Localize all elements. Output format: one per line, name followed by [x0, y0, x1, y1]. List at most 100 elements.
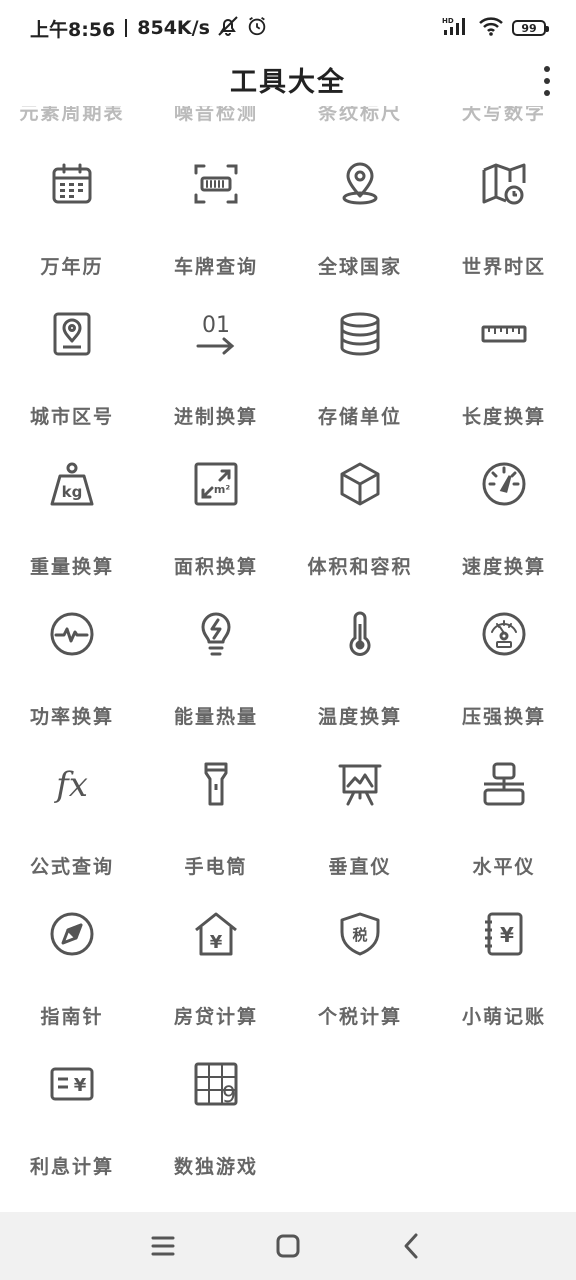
- more-dot: [544, 90, 550, 96]
- sudoku-icon: 9: [192, 1060, 240, 1108]
- tool-label: 体积和容积: [307, 556, 413, 578]
- energy-bulb-icon: [192, 610, 240, 658]
- tool-area[interactable]: m² 面积换算: [144, 450, 288, 600]
- tool-income-tax[interactable]: 税 个税计算: [288, 900, 432, 1050]
- page-title: 工具大全: [230, 67, 346, 98]
- tool-label: 房贷计算: [173, 1006, 258, 1028]
- wifi-icon: [478, 16, 504, 40]
- tool-interest[interactable]: ¥ 利息计算: [0, 1050, 144, 1200]
- tax-glyph: 税: [352, 926, 367, 944]
- tool-storage-unit[interactable]: 存储单位: [288, 300, 432, 450]
- tool-bookkeeping[interactable]: ¥ 小萌记账: [432, 900, 576, 1050]
- menu-button[interactable]: [147, 1230, 179, 1262]
- kg-weight-icon: kg: [48, 460, 96, 508]
- tool-mortgage[interactable]: ¥ 房贷计算: [144, 900, 288, 1050]
- pressure-gauge-icon: [480, 610, 528, 658]
- area-icon: m²: [192, 460, 240, 508]
- tool-world-timezone[interactable]: 世界时区: [432, 150, 576, 300]
- tool-vertical-level[interactable]: 垂直仪: [288, 750, 432, 900]
- tool-label: 城市区号: [29, 406, 114, 428]
- tool-pressure[interactable]: 压强换算: [432, 600, 576, 750]
- tool-flashlight[interactable]: 手电筒: [144, 750, 288, 900]
- tool-label: 手电筒: [184, 856, 248, 878]
- battery-indicator: 99: [512, 20, 549, 36]
- tool-label: 个税计算: [317, 1006, 402, 1028]
- tool-base-conversion[interactable]: 01 进制换算: [144, 300, 288, 450]
- city-code-icon: [48, 310, 96, 358]
- yuan-glyph: ¥: [74, 1075, 87, 1096]
- tool-label: 压强换算: [461, 706, 546, 728]
- ruler-icon: [480, 310, 528, 358]
- formula-icon: fx: [48, 760, 96, 808]
- license-plate-icon: [192, 160, 240, 208]
- tool-length[interactable]: 长度换算: [432, 300, 576, 450]
- kg-glyph: kg: [62, 483, 83, 501]
- more-menu-button[interactable]: [536, 64, 558, 98]
- hd-label: HD: [442, 17, 454, 25]
- tool-energy[interactable]: 能量热量: [144, 600, 288, 750]
- tool-label: 万年历: [40, 256, 104, 278]
- tool-label: 公式查询: [29, 856, 114, 878]
- tool-license-plate[interactable]: 车牌查询: [144, 150, 288, 300]
- thermometer-icon: [336, 610, 384, 658]
- tool-global-countries[interactable]: 全球国家: [288, 150, 432, 300]
- tool-label: 进制换算: [173, 406, 258, 428]
- tool-city-code[interactable]: 城市区号: [0, 300, 144, 450]
- status-bar: 上午8:56 854K/s HD 99: [0, 0, 576, 56]
- tool-label: 世界时区: [461, 256, 546, 278]
- ledger-icon: ¥: [480, 910, 528, 958]
- back-button[interactable]: [396, 1230, 428, 1262]
- tool-label: 长度换算: [461, 406, 546, 428]
- flashlight-icon: [192, 760, 240, 808]
- mortgage-house-icon: ¥: [192, 910, 240, 958]
- vertical-level-icon: [336, 760, 384, 808]
- tool-sudoku[interactable]: 9 数独游戏: [144, 1050, 288, 1200]
- area-unit-glyph: m²: [214, 483, 230, 496]
- map-clock-icon: [480, 160, 528, 208]
- binary-convert-icon: 01: [192, 310, 240, 358]
- interest-card-icon: ¥: [48, 1060, 96, 1108]
- tool-label: 重量换算: [29, 556, 114, 578]
- tool-label: 全球国家: [317, 256, 402, 278]
- horizontal-level-icon: [480, 760, 528, 808]
- tool-weight[interactable]: kg 重量换算: [0, 450, 144, 600]
- binary-glyph: 01: [202, 313, 230, 338]
- tool-label: 数独游戏: [173, 1156, 258, 1178]
- tool-label: 存储单位: [317, 406, 402, 428]
- tool-label: 面积换算: [173, 556, 258, 578]
- home-button[interactable]: [272, 1230, 304, 1262]
- app-header: 工具大全: [0, 56, 576, 106]
- tool-label: 指南针: [40, 1006, 104, 1028]
- tax-shield-icon: 税: [336, 910, 384, 958]
- tool-temperature[interactable]: 温度换算: [288, 600, 432, 750]
- tool-label: 车牌查询: [173, 256, 258, 278]
- speedometer-icon: [480, 460, 528, 508]
- mute-icon: [216, 14, 240, 43]
- tool-label: 能量热量: [173, 706, 258, 728]
- tool-horizontal-level[interactable]: 水平仪: [432, 750, 576, 900]
- tool-calendar[interactable]: 万年历: [0, 150, 144, 300]
- location-pin-icon: [336, 160, 384, 208]
- system-nav-bar: [0, 1212, 576, 1280]
- cube-icon: [336, 460, 384, 508]
- more-dot: [544, 66, 550, 72]
- tool-compass[interactable]: 指南针: [0, 900, 144, 1050]
- yuan-glyph: ¥: [500, 923, 514, 947]
- tool-formula[interactable]: fx 公式查询: [0, 750, 144, 900]
- tool-label: 利息计算: [29, 1156, 114, 1178]
- tool-label: 功率换算: [29, 706, 114, 728]
- calendar-icon: [48, 160, 96, 208]
- yuan-glyph: ¥: [210, 932, 223, 953]
- sudoku-digit-glyph: 9: [222, 1083, 236, 1108]
- status-time: 上午8:56: [30, 18, 116, 41]
- tool-label: 水平仪: [472, 856, 536, 878]
- tool-power[interactable]: 功率换算: [0, 600, 144, 750]
- tool-speed[interactable]: 速度换算: [432, 450, 576, 600]
- database-icon: [336, 310, 384, 358]
- signal-icon: HD: [442, 16, 470, 40]
- hamburger-icon: [151, 1236, 175, 1256]
- status-right: HD 99: [442, 14, 549, 42]
- network-speed: 854K/s: [137, 17, 210, 39]
- tool-label: 温度换算: [317, 706, 402, 728]
- tool-volume[interactable]: 体积和容积: [288, 450, 432, 600]
